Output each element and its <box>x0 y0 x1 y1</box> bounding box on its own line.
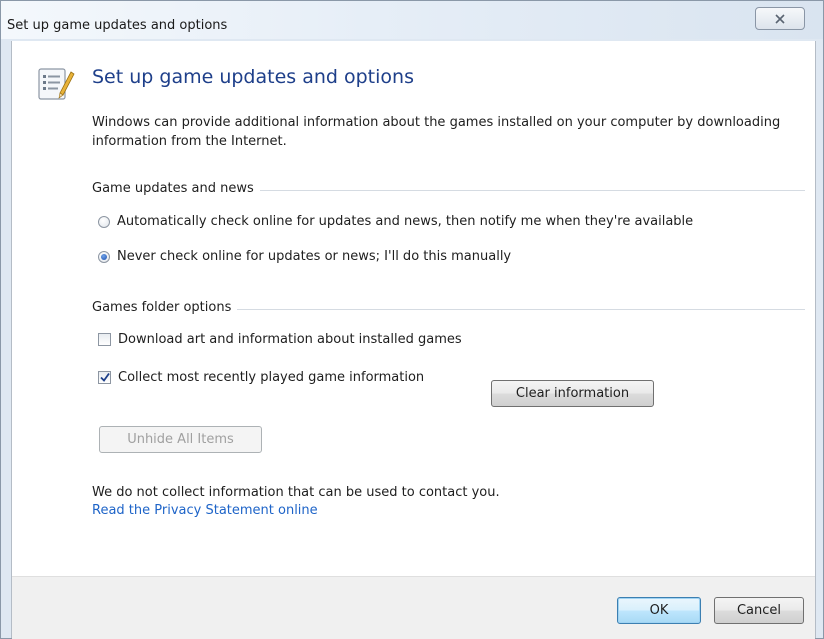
radio-label-never-check: Never check online for updates or news; … <box>117 249 512 264</box>
group-label-folder: Games folder options <box>92 300 238 315</box>
ok-button[interactable]: OK <box>617 597 701 624</box>
window-title: Set up game updates and options <box>7 18 228 33</box>
clear-information-button[interactable]: Clear information <box>491 380 654 407</box>
group-label-updates: Game updates and news <box>92 181 260 196</box>
checkmark-icon <box>100 372 110 382</box>
page-title: Set up game updates and options <box>92 66 414 88</box>
radio-option-auto-check[interactable]: Automatically check online for updates a… <box>98 214 693 229</box>
settings-list-icon <box>38 68 75 100</box>
unhide-all-items-button[interactable]: Unhide All Items <box>99 426 262 453</box>
radio-option-never-check[interactable]: Never check online for updates or news; … <box>98 249 511 264</box>
checkbox-label-download-art: Download art and information about insta… <box>118 332 462 347</box>
dialog-window: Set up game updates and options Set up g… <box>0 0 824 639</box>
checkbox-option-download-art[interactable]: Download art and information about insta… <box>98 332 462 347</box>
close-button[interactable] <box>755 7 805 30</box>
privacy-statement-link[interactable]: Read the Privacy Statement online <box>92 503 318 518</box>
cancel-button[interactable]: Cancel <box>714 597 804 624</box>
radio-button-never-check[interactable] <box>98 250 110 263</box>
checkbox-collect-recent[interactable] <box>98 371 111 384</box>
checkbox-download-art[interactable] <box>98 333 111 346</box>
privacy-notice: We do not collect information that can b… <box>92 485 500 500</box>
dialog-content: Set up game updates and options Windows … <box>11 41 816 639</box>
radio-button-auto-check[interactable] <box>98 215 110 228</box>
title-bar[interactable]: Set up game updates and options <box>1 1 823 39</box>
close-icon <box>775 14 785 24</box>
radio-label-auto-check: Automatically check online for updates a… <box>117 214 694 229</box>
checkbox-option-collect-recent[interactable]: Collect most recently played game inform… <box>98 370 424 385</box>
page-description: Windows can provide additional informati… <box>92 115 781 149</box>
dialog-footer: OK Cancel <box>12 576 815 639</box>
checkbox-label-collect-recent: Collect most recently played game inform… <box>118 370 425 385</box>
